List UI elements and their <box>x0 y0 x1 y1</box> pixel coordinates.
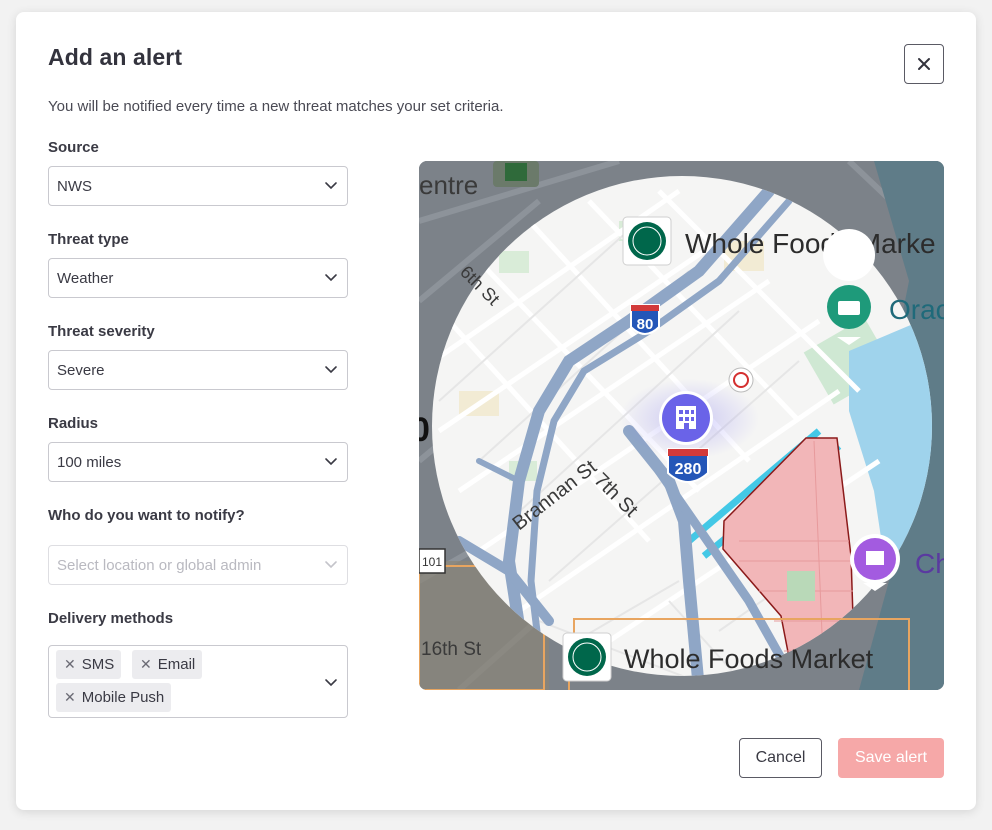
dialog-subtitle: You will be notified every time a new th… <box>48 98 504 115</box>
chip-label: Email <box>157 656 196 673</box>
location-pin[interactable] <box>659 391 713 445</box>
threat-severity-select[interactable]: Severe <box>48 350 348 390</box>
notify-select[interactable]: Select location or global admin <box>48 545 348 585</box>
chevron-down-icon <box>325 561 337 569</box>
radius-value: 100 miles <box>57 453 122 471</box>
building-icon <box>676 406 696 429</box>
chevron-down-icon <box>325 366 337 374</box>
delivery-methods-select[interactable]: ✕ SMS ✕ Email ✕ Mobile Push <box>48 645 348 718</box>
chip-email[interactable]: ✕ Email <box>132 650 203 679</box>
chip-mobile-push[interactable]: ✕ Mobile Push <box>56 683 172 712</box>
delivery-methods-label: Delivery methods <box>48 610 174 627</box>
save-alert-button[interactable]: Save alert <box>838 738 944 778</box>
source-value: NWS <box>57 177 92 195</box>
threat-type-label: Threat type <box>48 231 129 248</box>
green-poi-marker[interactable] <box>493 161 539 187</box>
threat-type-value: Weather <box>57 269 114 287</box>
shield-label: 101 <box>422 555 442 569</box>
highway-shield-101: 101 <box>419 548 446 574</box>
chip-sms[interactable]: ✕ SMS <box>56 650 122 679</box>
shield-label: 80 <box>637 316 654 333</box>
whole-foods-marker[interactable] <box>622 216 672 266</box>
gauge-icon <box>728 367 754 393</box>
chip-label: Mobile Push <box>81 689 165 706</box>
cancel-button[interactable]: Cancel <box>739 738 822 778</box>
chevron-down-icon <box>325 458 337 466</box>
chevron-down-icon <box>325 182 337 190</box>
threat-severity-value: Severe <box>57 361 105 379</box>
radius-label: Radius <box>48 415 99 432</box>
map-label: 16th St <box>421 639 482 660</box>
park <box>787 571 815 601</box>
map-label: 0 <box>419 411 430 449</box>
remove-icon[interactable]: ✕ <box>140 656 152 673</box>
close-button[interactable] <box>904 44 944 84</box>
alert-radius-map[interactable]: entre Whole Foods Marke Orac 6th St 7th … <box>419 161 944 690</box>
dialog-title: Add an alert <box>48 44 183 70</box>
map-label: Orac <box>889 294 944 325</box>
park <box>499 251 529 273</box>
chip-label: SMS <box>81 656 115 673</box>
add-alert-dialog: Add an alert You will be notified every … <box>16 12 976 810</box>
threat-severity-label: Threat severity <box>48 323 155 340</box>
map-label: Whole Foods Market <box>624 644 874 674</box>
notify-placeholder: Select location or global admin <box>57 556 262 574</box>
interstate-shield-280: 280 <box>667 448 709 483</box>
map-label: Ch <box>915 548 944 579</box>
radius-select[interactable]: 100 miles <box>48 442 348 482</box>
source-select[interactable]: NWS <box>48 166 348 206</box>
map-label: entre <box>419 170 478 200</box>
chevron-down-icon <box>325 274 337 282</box>
remove-icon[interactable]: ✕ <box>64 689 76 706</box>
interstate-shield-80: 80 <box>630 304 660 335</box>
chevron-down-icon <box>325 679 337 687</box>
whole-foods-marker[interactable] <box>562 632 612 682</box>
source-label: Source <box>48 139 99 156</box>
shield-label: 280 <box>675 461 702 478</box>
notify-label: Who do you want to notify? <box>48 507 245 524</box>
map-label: Whole Foods Marke <box>685 228 936 259</box>
close-icon <box>918 58 930 70</box>
threat-type-select[interactable]: Weather <box>48 258 348 298</box>
remove-icon[interactable]: ✕ <box>64 656 76 673</box>
